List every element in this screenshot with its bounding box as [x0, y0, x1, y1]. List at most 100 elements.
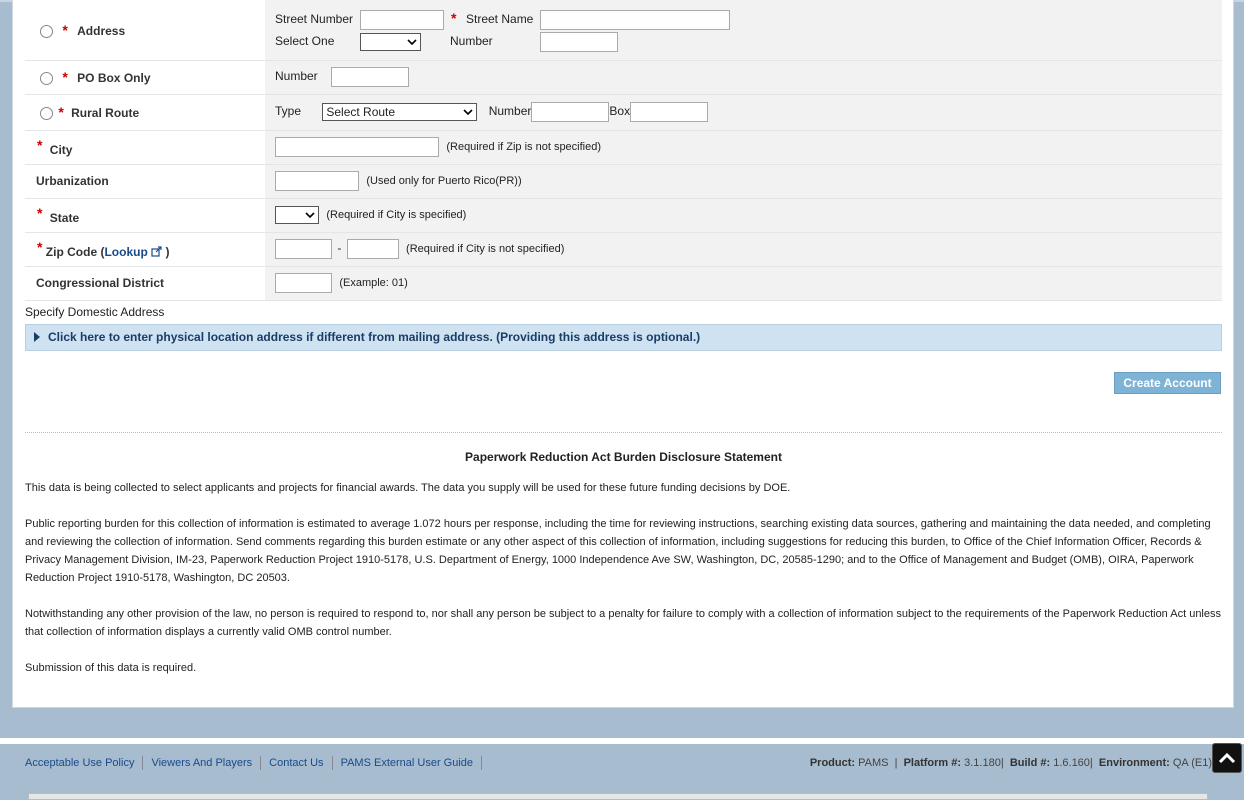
prd-paragraph-2: Public reporting burden for this collect… [25, 518, 1211, 584]
footer-link-viewers[interactable]: Viewers And Players [151, 757, 252, 769]
street-number-input[interactable] [360, 9, 444, 30]
route-select[interactable]: Select Route [322, 103, 478, 121]
unit-number-input[interactable] [540, 31, 618, 52]
chevron-down-icon [407, 39, 417, 45]
city-hint: (Required if Zip is not specified) [446, 141, 602, 153]
urbanization-row: Urbanization (Used only for Puerto Rico(… [25, 164, 1222, 199]
zip-fields: - (Required if City is not specified) [265, 232, 1222, 267]
footer-separator [260, 756, 262, 770]
triangle-right-icon [34, 332, 40, 342]
prd-paragraph-3: Notwithstanding any other provision of t… [25, 608, 1221, 638]
box-input[interactable] [630, 102, 709, 122]
environment-value: QA (E1) [1172, 757, 1212, 769]
urbanization-hint: (Used only for Puerto Rico(PR)) [366, 175, 522, 187]
rr-number-input[interactable] [531, 102, 610, 122]
box-label: Box [609, 104, 631, 119]
environment-label: Environment: [1098, 757, 1170, 769]
street-name-label: Street Name [466, 11, 534, 26]
footer-links: Acceptable Use Policy Viewers And Players… [25, 756, 490, 770]
footer-separator [142, 756, 144, 770]
state-select[interactable] [275, 206, 319, 224]
footer-link-user-guide[interactable]: PAMS External User Guide [341, 757, 473, 769]
prd-paragraph-1: This data is being collected to select a… [25, 482, 791, 494]
info-sep: | [1000, 757, 1004, 769]
urbanization-fields: (Used only for Puerto Rico(PR)) [265, 164, 1222, 199]
create-account-button[interactable]: Create Account [1114, 372, 1221, 394]
zip5-input[interactable] [275, 239, 332, 259]
address-radio[interactable] [40, 24, 53, 38]
zip-label: Zip Code ( [45, 245, 105, 259]
street-name-input[interactable] [540, 9, 730, 30]
footer-version-info: Product: PAMS | Platform #: 3.1.180| Bui… [810, 757, 1212, 769]
bottom-scrollbar[interactable] [28, 793, 1208, 800]
address-label-cell: * Address [25, 0, 265, 61]
platform-value: 3.1.180 [964, 757, 1001, 769]
chevron-down-icon [305, 212, 315, 219]
city-label: City [49, 143, 73, 157]
street-type-select[interactable] [360, 32, 421, 51]
congressional-hint: (Example: 01) [339, 277, 408, 289]
po-box-radio[interactable] [40, 72, 53, 86]
zip-lookup-link[interactable]: Lookup [104, 245, 147, 259]
rural-route-label-cell: * Rural Route [25, 94, 265, 131]
urbanization-label: Urbanization [36, 174, 109, 188]
required-star: * [37, 205, 43, 221]
rural-route-fields: Type Select Route Number Box [265, 94, 1222, 131]
address-row: * Address Street Number * Street Name Se… [25, 0, 1222, 61]
physical-address-expander[interactable]: Click here to enter physical location ad… [25, 324, 1222, 351]
external-link-icon[interactable] [151, 246, 162, 257]
po-number-label: Number [275, 69, 318, 84]
platform-label: Platform #: [903, 757, 962, 769]
state-row: * State (Required if City is specified) [25, 198, 1222, 233]
zip-row: * Zip Code (Lookup ) - (Required if City… [25, 232, 1222, 267]
product-value: PAMS [858, 757, 889, 769]
po-box-label-cell: * PO Box Only [25, 60, 265, 95]
po-box-fields: Number [265, 60, 1222, 95]
expander-label: Click here to enter physical location ad… [48, 330, 701, 344]
state-hint: (Required if City is specified) [326, 209, 467, 221]
congressional-label-cell: Congressional District [25, 266, 265, 301]
rural-route-label: Rural Route [71, 105, 140, 120]
type-label: Type [275, 104, 302, 119]
footer-separator [331, 756, 333, 770]
state-label: State [49, 211, 80, 225]
required-star: * [451, 9, 457, 26]
urbanization-input[interactable] [275, 171, 359, 191]
po-number-input[interactable] [331, 67, 410, 87]
zip-dash: - [337, 241, 342, 256]
city-input[interactable] [275, 137, 439, 157]
rural-route-row: * Rural Route Type Select Route Number Bo… [25, 94, 1222, 131]
route-select-value: Select Route [326, 105, 396, 119]
prd-title: Paperwork Reduction Act Burden Disclosur… [465, 450, 782, 464]
congressional-label: Congressional District [36, 276, 165, 290]
footer-link-contact[interactable]: Contact Us [269, 757, 323, 769]
build-label: Build #: [1009, 757, 1051, 769]
required-star: * [58, 103, 64, 120]
zip4-input[interactable] [346, 239, 399, 259]
street-number-label: Street Number [275, 11, 354, 26]
state-fields: (Required if City is specified) [265, 198, 1222, 233]
info-sep: | [894, 757, 898, 769]
product-label: Product: [809, 757, 856, 769]
address-fields: Street Number * Street Name Select One N… [265, 0, 1222, 61]
section-divider [25, 432, 1222, 433]
state-label-cell: * State [25, 198, 265, 233]
footer-link-acceptable-use[interactable]: Acceptable Use Policy [25, 757, 134, 769]
zip-hint: (Required if City is not specified) [406, 243, 565, 255]
chevron-down-icon [463, 109, 473, 116]
address-label: Address [77, 23, 126, 38]
congressional-row: Congressional District (Example: 01) [25, 266, 1222, 301]
scroll-to-top-button[interactable] [1212, 743, 1242, 773]
rural-route-radio[interactable] [40, 107, 53, 121]
rr-number-label: Number [488, 104, 532, 119]
footer-separator [481, 756, 483, 770]
required-star: * [37, 137, 43, 153]
required-star: * [62, 21, 68, 38]
zip-label-cell: * Zip Code (Lookup ) [25, 232, 265, 267]
congressional-input[interactable] [275, 273, 332, 293]
urbanization-label-cell: Urbanization [25, 164, 265, 199]
prd-paragraph-4: Submission of this data is required. [25, 662, 197, 674]
po-box-row: * PO Box Only Number [25, 60, 1222, 95]
congressional-fields: (Example: 01) [265, 266, 1222, 301]
city-label-cell: * City [25, 130, 265, 165]
